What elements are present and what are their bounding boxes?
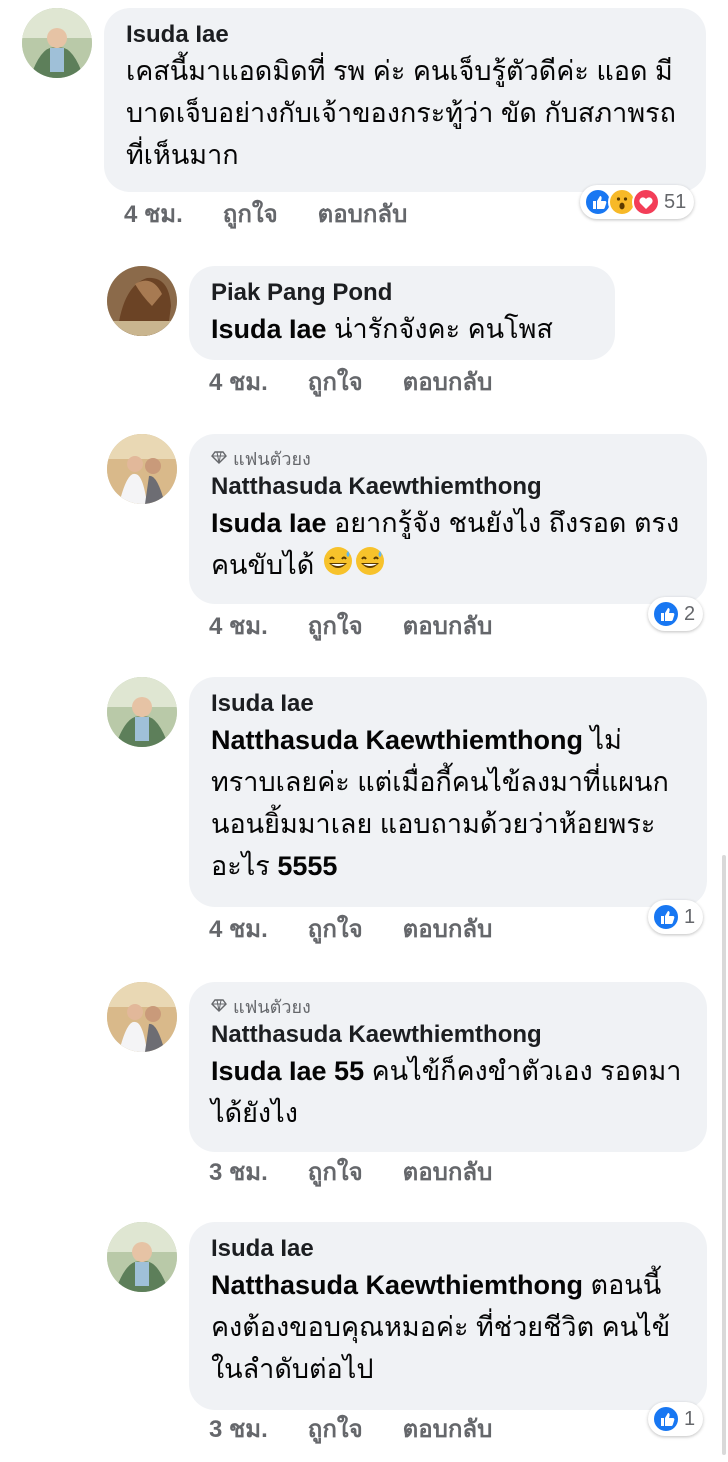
comment-body: น่ารักจังคะ คนโพส <box>326 314 553 344</box>
comment-bubble: Piak Pang Pond Isuda Iae น่ารักจังคะ คนโ… <box>189 266 615 360</box>
comment-bold-tail: 5555 <box>277 851 338 881</box>
timestamp[interactable]: 3 ชม. <box>209 1415 268 1445</box>
like-button[interactable]: ถูกใจ <box>308 915 363 945</box>
avatar[interactable] <box>107 434 177 504</box>
avatar[interactable] <box>107 982 177 1052</box>
reply-button[interactable]: ตอบกลับ <box>403 368 493 398</box>
grin-sweat-emoji-icon <box>354 545 386 589</box>
mention-tag[interactable]: Natthasuda Kaewthiemthong <box>211 1270 583 1300</box>
comment-author[interactable]: Piak Pang Pond <box>211 278 593 308</box>
comment-bubble: Isuda Iae เคสนี้มาแอดมิดที่ รพ ค่ะ คนเจ็… <box>104 8 706 192</box>
avatar[interactable] <box>107 677 177 747</box>
fan-badge: แฟนตัวยง <box>211 448 685 470</box>
comment-author[interactable]: Natthasuda Kaewthiemthong <box>211 472 685 502</box>
fan-badge: แฟนตัวยง <box>211 996 685 1018</box>
grin-sweat-emoji-icon <box>322 545 354 589</box>
avatar[interactable] <box>107 1222 177 1292</box>
comment-1: Isuda Iae เคสนี้มาแอดมิดที่ รพ ค่ะ คนเจ็… <box>0 0 728 240</box>
like-button[interactable]: ถูกใจ <box>308 1158 363 1188</box>
comment-text: เคสนี้มาแอดมิดที่ รพ ค่ะ คนเจ็บรู้ตัวดีค… <box>126 56 676 170</box>
timestamp[interactable]: 3 ชม. <box>209 1158 268 1188</box>
badge-label: แฟนตัวยง <box>233 997 311 1017</box>
like-icon <box>652 1405 680 1433</box>
comment-bubble: Isuda Iae Natthasuda Kaewthiemthong ตอนน… <box>189 1222 707 1410</box>
reaction-count: 2 <box>684 602 696 625</box>
diamond-icon <box>211 996 227 1018</box>
comment-actions: 3 ชม. ถูกใจ ตอบกลับ <box>209 1158 492 1188</box>
comment-actions: 4 ชม. ถูกใจ ตอบกลับ <box>124 200 407 230</box>
mention-tag[interactable]: Isuda Iae 55 <box>211 1056 364 1086</box>
comment-bubble: Isuda Iae Natthasuda Kaewthiemthong ไม่ท… <box>189 677 707 907</box>
reply-button[interactable]: ตอบกลับ <box>403 915 493 945</box>
love-icon <box>632 188 660 216</box>
comment-text: Natthasuda Kaewthiemthong ตอนนี้คงต้องขอ… <box>211 1264 685 1390</box>
scrollbar[interactable] <box>722 855 726 1455</box>
badge-label: แฟนตัวยง <box>233 449 311 469</box>
comment-actions: 4 ชม. ถูกใจ ตอบกลับ <box>209 612 492 642</box>
timestamp[interactable]: 4 ชม. <box>209 915 268 945</box>
diamond-icon <box>211 448 227 470</box>
comment-bubble: แฟนตัวยง Natthasuda Kaewthiemthong Isuda… <box>189 982 707 1152</box>
comment-author[interactable]: Isuda Iae <box>211 689 685 719</box>
timestamp[interactable]: 4 ชม. <box>209 612 268 642</box>
avatar[interactable] <box>107 266 177 336</box>
reply-button[interactable]: ตอบกลับ <box>318 200 408 230</box>
like-button[interactable]: ถูกใจ <box>308 1415 363 1445</box>
reaction-count: 1 <box>684 1407 696 1430</box>
mention-tag[interactable]: Natthasuda Kaewthiemthong <box>211 725 583 755</box>
reaction-summary[interactable]: 2 <box>648 597 704 631</box>
comment-5: แฟนตัวยง Natthasuda Kaewthiemthong Isuda… <box>0 968 728 1198</box>
timestamp[interactable]: 4 ชม. <box>209 368 268 398</box>
mention-tag[interactable]: Isuda Iae <box>211 314 327 344</box>
comment-author[interactable]: Isuda Iae <box>126 20 684 50</box>
like-button[interactable]: ถูกใจ <box>308 368 363 398</box>
timestamp[interactable]: 4 ชม. <box>124 200 183 230</box>
reaction-summary[interactable]: 51 <box>580 185 695 219</box>
avatar[interactable] <box>22 8 92 78</box>
reply-button[interactable]: ตอบกลับ <box>403 612 493 642</box>
reply-button[interactable]: ตอบกลับ <box>403 1158 493 1188</box>
comment-actions: 4 ชม. ถูกใจ ตอบกลับ <box>209 915 492 945</box>
comment-text: Isuda Iae 55 คนไข้ก็คงขำตัวเอง รอดมาได้ย… <box>211 1050 685 1134</box>
comment-6: Isuda Iae Natthasuda Kaewthiemthong ตอนน… <box>0 1210 728 1460</box>
reaction-summary[interactable]: 1 <box>648 1402 704 1436</box>
comment-2: Piak Pang Pond Isuda Iae น่ารักจังคะ คนโ… <box>0 250 728 400</box>
reply-button[interactable]: ตอบกลับ <box>403 1415 493 1445</box>
comment-author[interactable]: Natthasuda Kaewthiemthong <box>211 1020 685 1050</box>
comment-text: Isuda Iae อยากรู้จัง ชนยังไง ถึงรอด ตรงค… <box>211 502 685 589</box>
reaction-count: 1 <box>684 905 696 928</box>
reaction-summary[interactable]: 1 <box>648 900 704 934</box>
comment-author[interactable]: Isuda Iae <box>211 1234 685 1264</box>
comment-3: แฟนตัวยง Natthasuda Kaewthiemthong Isuda… <box>0 420 728 655</box>
like-icon <box>652 600 680 628</box>
mention-tag[interactable]: Isuda Iae <box>211 508 327 538</box>
comment-text: Natthasuda Kaewthiemthong ไม่ทราบเลยค่ะ … <box>211 719 685 887</box>
like-button[interactable]: ถูกใจ <box>223 200 278 230</box>
reaction-count: 51 <box>664 190 687 213</box>
comment-text: Isuda Iae น่ารักจังคะ คนโพส <box>211 308 593 350</box>
like-icon <box>652 903 680 931</box>
comment-actions: 3 ชม. ถูกใจ ตอบกลับ <box>209 1415 492 1445</box>
like-button[interactable]: ถูกใจ <box>308 612 363 642</box>
comment-bubble: แฟนตัวยง Natthasuda Kaewthiemthong Isuda… <box>189 434 707 604</box>
comment-actions: 4 ชม. ถูกใจ ตอบกลับ <box>209 368 492 398</box>
comment-4: Isuda Iae Natthasuda Kaewthiemthong ไม่ท… <box>0 665 728 950</box>
